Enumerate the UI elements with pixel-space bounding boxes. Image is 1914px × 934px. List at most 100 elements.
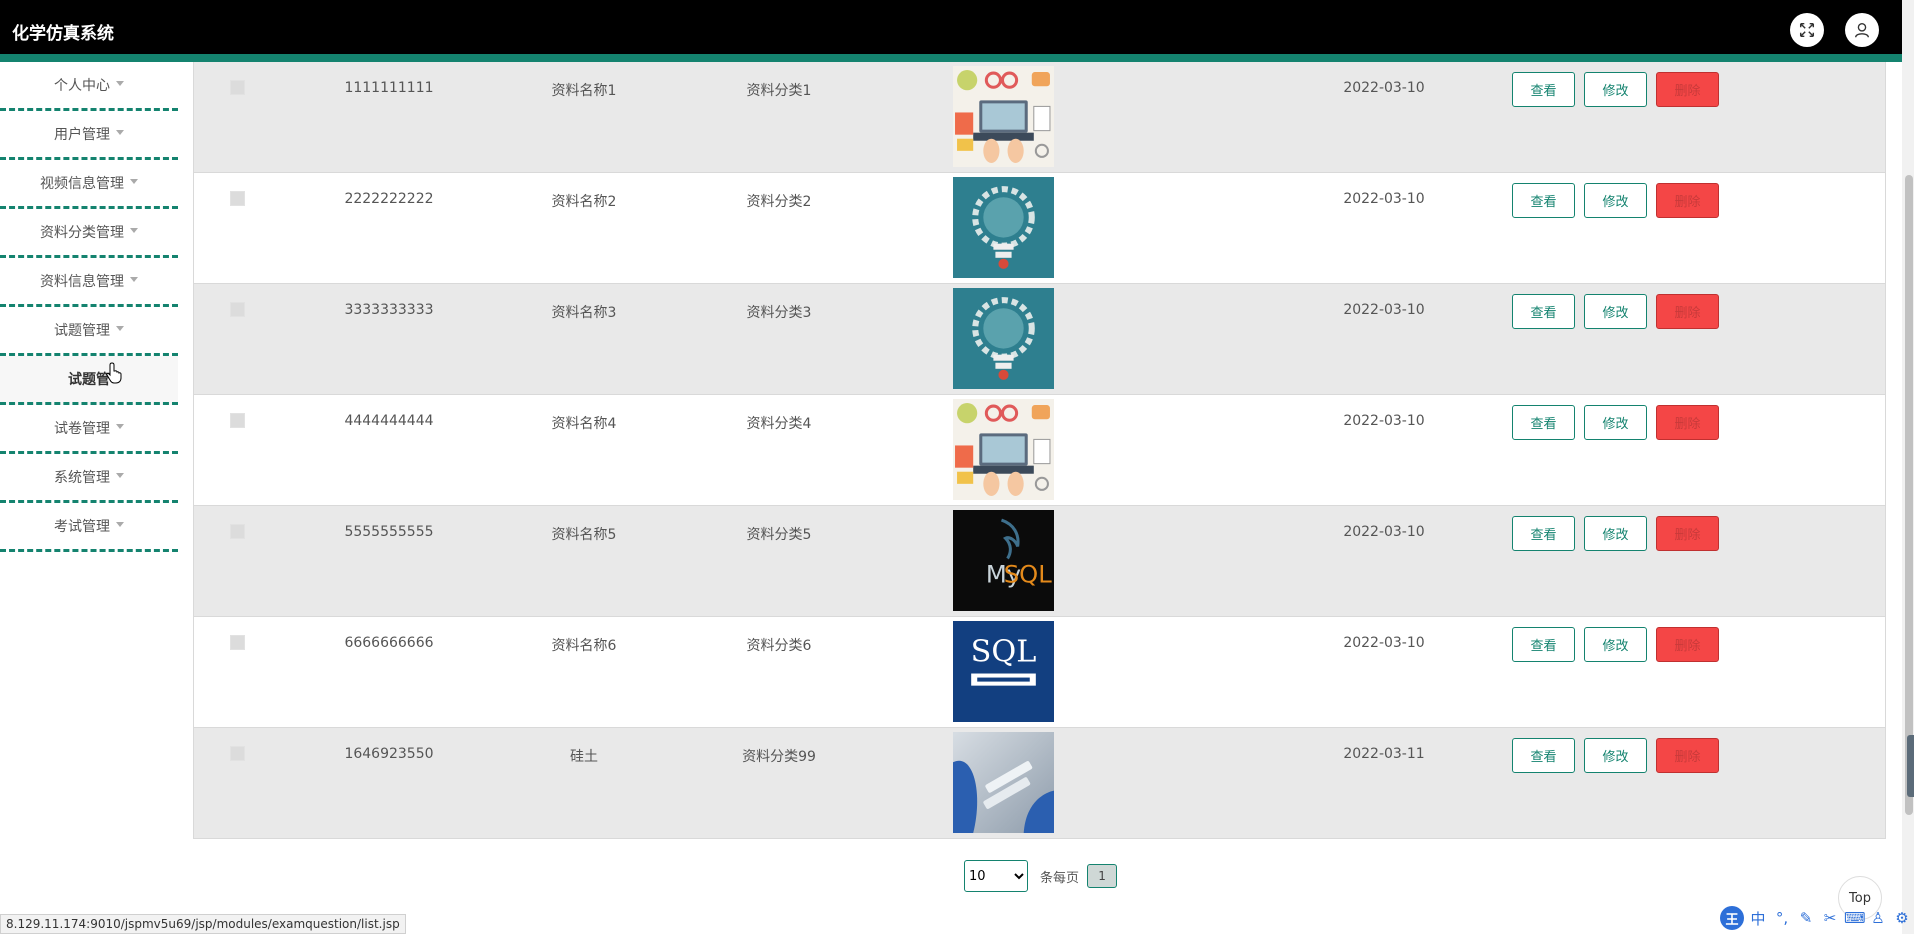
sidebar-item-materials[interactable]: 资料信息管理 <box>0 258 178 307</box>
row-category: 资料分类4 <box>746 416 812 432</box>
caret-down-icon <box>130 178 138 184</box>
ime-logo[interactable]: 王 <box>1720 906 1744 930</box>
caret-down-icon <box>116 325 124 331</box>
delete-button[interactable]: 删除 <box>1656 294 1719 329</box>
laptop-desk-illustration <box>953 399 1054 500</box>
delete-button[interactable]: 删除 <box>1656 516 1719 551</box>
row-category: 资料分类6 <box>746 638 812 654</box>
edit-button[interactable]: 修改 <box>1584 183 1647 218</box>
row-category: 资料分类3 <box>746 305 812 321</box>
delete-button[interactable]: 删除 <box>1656 72 1719 107</box>
view-button[interactable]: 查看 <box>1512 72 1575 107</box>
ime-mode-toggle[interactable]: 中 <box>1748 908 1768 929</box>
row-name: 资料名称5 <box>551 527 617 543</box>
hand-cursor-icon <box>106 362 122 384</box>
row-thumbnail[interactable] <box>953 399 1054 500</box>
row-checkbox[interactable] <box>230 746 245 761</box>
sidebar-item-videos[interactable]: 视频信息管理 <box>0 160 178 209</box>
idea-lightbulb-icon <box>953 177 1054 278</box>
punctuation-icon[interactable]: °, <box>1772 909 1792 927</box>
sidebar-subitem-questions[interactable]: 试题管 <box>0 356 178 405</box>
keyboard-icon[interactable]: ⌨ <box>1844 909 1866 927</box>
table-row: 4444444444 资料名称4 资料分类4 2022-03-10 查看 修改 … <box>194 395 1885 506</box>
caret-down-icon <box>130 276 138 282</box>
per-page-label: 条每页 <box>1040 870 1080 886</box>
view-button[interactable]: 查看 <box>1512 183 1575 218</box>
sidebar-item-label: 考试管理 <box>54 519 110 535</box>
row-category: 资料分类99 <box>742 749 816 765</box>
edit-button[interactable]: 修改 <box>1584 516 1647 551</box>
row-thumbnail[interactable] <box>953 177 1054 278</box>
sidebar-item-exams[interactable]: 考试管理 <box>0 503 178 552</box>
view-button[interactable]: 查看 <box>1512 627 1575 662</box>
sidebar-item-label: 试题管理 <box>54 323 110 339</box>
table-row: 6666666666 资料名称6 资料分类6 SQL 2022-03-10 查看… <box>194 617 1885 728</box>
edit-button[interactable]: 修改 <box>1584 294 1647 329</box>
sidebar-item-users[interactable]: 用户管理 <box>0 111 178 160</box>
row-id: 2222222222 <box>344 191 434 207</box>
caret-down-icon <box>116 129 124 135</box>
row-id: 4444444444 <box>344 413 434 429</box>
sidebar-item-papers[interactable]: 试卷管理 <box>0 405 178 454</box>
shirt-icon[interactable]: ♙ <box>1868 909 1888 927</box>
row-thumbnail[interactable] <box>953 732 1054 833</box>
fullscreen-button[interactable] <box>1790 13 1824 47</box>
delete-button[interactable]: 删除 <box>1656 183 1719 218</box>
user-menu-button[interactable] <box>1845 13 1879 47</box>
caret-down-icon <box>116 423 124 429</box>
settings-icon[interactable]: ⚙ <box>1892 909 1912 927</box>
top-bar-stripe <box>0 54 1902 62</box>
sidebar-item-label: 用户管理 <box>54 127 110 143</box>
sidebar-item-material-categories[interactable]: 资料分类管理 <box>0 209 178 258</box>
row-checkbox[interactable] <box>230 524 245 539</box>
view-button[interactable]: 查看 <box>1512 405 1575 440</box>
status-bar-url: 8.129.11.174:9010/jspmv5u69/jsp/modules/… <box>0 914 406 934</box>
sidebar-item-label: 资料信息管理 <box>40 274 124 290</box>
edit-button[interactable]: 修改 <box>1584 627 1647 662</box>
row-id: 1646923550 <box>344 746 434 762</box>
view-button[interactable]: 查看 <box>1512 516 1575 551</box>
view-button[interactable]: 查看 <box>1512 738 1575 773</box>
sidebar-item-questions[interactable]: 试题管理 <box>0 307 178 356</box>
sidebar-item-personal[interactable]: 个人中心 <box>0 62 178 111</box>
page-button-1[interactable]: 1 <box>1087 864 1118 888</box>
scrollbar-thumb[interactable] <box>1905 175 1913 815</box>
row-date: 2022-03-11 <box>1343 746 1425 762</box>
delete-button[interactable]: 删除 <box>1656 405 1719 440</box>
sidebar: 个人中心 用户管理 视频信息管理 资料分类管理 资料信息管理 试题管理 试题管 … <box>0 62 178 552</box>
row-checkbox[interactable] <box>230 80 245 95</box>
row-category: 资料分类5 <box>746 527 812 543</box>
expand-icon <box>1799 22 1815 38</box>
row-thumbnail[interactable]: SQL <box>953 621 1054 722</box>
row-thumbnail[interactable] <box>953 288 1054 389</box>
top-bar <box>0 0 1902 54</box>
edit-button[interactable]: 修改 <box>1584 72 1647 107</box>
delete-button[interactable]: 删除 <box>1656 627 1719 662</box>
page-size-select[interactable]: 10 <box>964 860 1028 892</box>
ime-toolbar: 王 中 °, ✎ ✂ ⌨ ♙ ⚙ <box>1720 906 1912 930</box>
row-date: 2022-03-10 <box>1343 191 1425 207</box>
pen-icon[interactable]: ✎ <box>1796 909 1816 927</box>
delete-button[interactable]: 删除 <box>1656 738 1719 773</box>
edit-button[interactable]: 修改 <box>1584 405 1647 440</box>
row-thumbnail[interactable] <box>953 66 1054 167</box>
row-date: 2022-03-10 <box>1343 524 1425 540</box>
side-tab[interactable] <box>1907 735 1914 797</box>
row-id: 1111111111 <box>344 80 434 96</box>
scissors-icon[interactable]: ✂ <box>1820 909 1840 927</box>
sidebar-item-system[interactable]: 系统管理 <box>0 454 178 503</box>
view-button[interactable]: 查看 <box>1512 294 1575 329</box>
row-checkbox[interactable] <box>230 635 245 650</box>
caret-down-icon <box>116 472 124 478</box>
row-checkbox[interactable] <box>230 302 245 317</box>
edit-button[interactable]: 修改 <box>1584 738 1647 773</box>
user-icon <box>1855 23 1869 38</box>
row-name: 资料名称1 <box>551 83 617 99</box>
sidebar-item-label: 试卷管理 <box>54 421 110 437</box>
row-checkbox[interactable] <box>230 191 245 206</box>
idea-lightbulb-icon <box>953 288 1054 389</box>
row-thumbnail[interactable]: My SQL <box>953 510 1054 611</box>
row-name: 资料名称6 <box>551 638 617 654</box>
row-checkbox[interactable] <box>230 413 245 428</box>
caret-down-icon <box>116 80 124 86</box>
